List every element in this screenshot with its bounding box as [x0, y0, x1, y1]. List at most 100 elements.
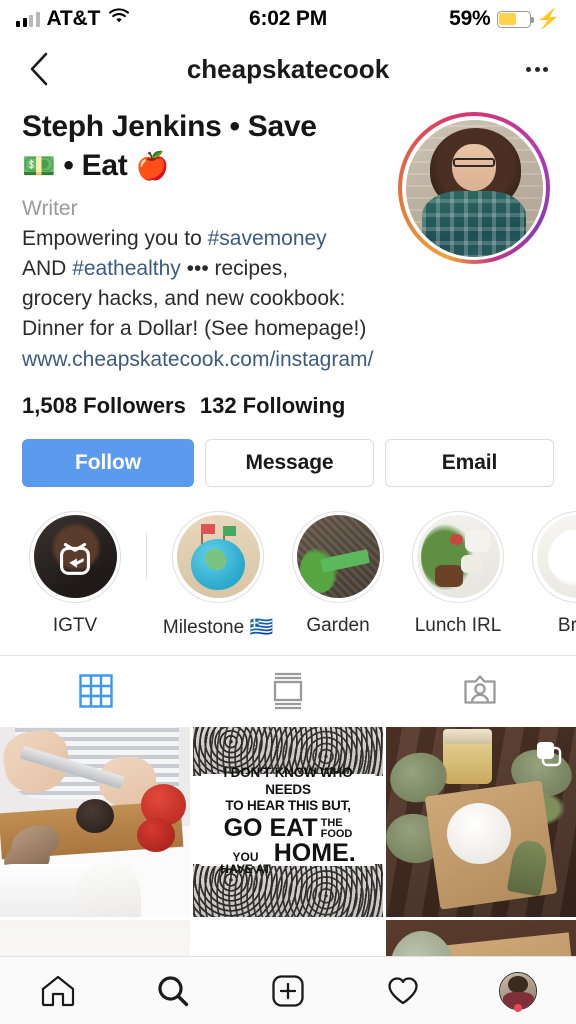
- message-button[interactable]: Message: [205, 438, 374, 487]
- highlight-label: IGTV: [52, 614, 98, 636]
- tab-grid-view[interactable]: [0, 656, 192, 727]
- nav-profile[interactable]: [461, 971, 576, 1012]
- highlight-cover: [176, 515, 260, 599]
- highlight-label: Lunch IRL: [414, 614, 502, 636]
- post-cell[interactable]: [193, 919, 383, 956]
- highlight-ring: [29, 510, 121, 603]
- profile-header: Steph Jenkins • Save 💵 • Eat 🍎 Writer Em…: [0, 100, 576, 375]
- nav-bar: cheapskatecook: [0, 38, 576, 100]
- status-bar-right: 59% ⚡: [327, 7, 560, 31]
- profile-category: Writer: [22, 197, 78, 221]
- more-options-icon[interactable]: [520, 52, 554, 86]
- highlight-ring: [292, 510, 384, 603]
- instagram-profile-screen: AT&T 6:02 PM 59% ⚡ cheapskatecook Steph …: [0, 0, 576, 1024]
- highlight-garden[interactable]: Garden: [289, 510, 387, 637]
- bottom-navigation: [0, 956, 576, 1024]
- battery-percent-label: 59%: [449, 7, 491, 30]
- nav-search[interactable]: [115, 973, 230, 1009]
- highlight-igtv[interactable]: IGTV: [26, 510, 124, 637]
- post-cell[interactable]: I DON'T KNOW WHO NEEDS TO HEAR THIS BUT,…: [193, 726, 383, 917]
- avatar-inner: [402, 116, 546, 260]
- story-ring[interactable]: [398, 112, 550, 264]
- page-title: cheapskatecook: [186, 53, 390, 84]
- display-name-line2: • Eat: [63, 148, 128, 182]
- bio-text-1: Empowering you to: [22, 226, 208, 250]
- quote-line-2: TO HEAR THIS BUT,: [225, 798, 351, 814]
- back-icon[interactable]: [22, 52, 56, 86]
- profile-actions: Follow Message Email: [0, 419, 576, 487]
- avatar-artwork: [405, 119, 543, 257]
- clock: 6:02 PM: [249, 7, 327, 30]
- money-emoji: 💵: [22, 150, 56, 181]
- highlight-cover: [536, 515, 576, 599]
- post-cell[interactable]: [386, 726, 576, 917]
- highlight-cover: [416, 515, 500, 599]
- display-name: Steph Jenkins • Save 💵 • Eat 🍎: [22, 108, 382, 185]
- highlight-ring: [412, 510, 504, 603]
- bio-text-3: ••• recipes,: [180, 256, 289, 280]
- quote-line-1: I DON'T KNOW WHO NEEDS: [223, 764, 353, 797]
- highlight-cover: [296, 515, 380, 599]
- quote-go-eat: GO EAT: [223, 814, 318, 843]
- email-button[interactable]: Email: [385, 438, 554, 487]
- highlight-label: Brea: [557, 614, 576, 636]
- highlight-lunch-irl[interactable]: Lunch IRL: [409, 510, 507, 637]
- post-grid: I DON'T KNOW WHO NEEDS TO HEAR THIS BUT,…: [0, 726, 576, 956]
- hashtag-savemoney[interactable]: #savemoney: [208, 227, 327, 250]
- quote-have-at: HAVE AT: [220, 862, 271, 877]
- igtv-icon: [60, 542, 90, 575]
- bio-text-4: grocery hacks, and new cookbook:: [22, 287, 346, 311]
- bio-text-2: AND: [22, 256, 73, 280]
- nav-activity[interactable]: [346, 973, 461, 1009]
- bio-text-5: Dinner for a Dollar! (See homepage!): [22, 317, 367, 341]
- highlight-label: Garden: [306, 614, 370, 636]
- home-icon: [41, 975, 74, 1006]
- status-bar: AT&T 6:02 PM 59% ⚡: [0, 0, 576, 38]
- carousel-indicator-icon: [537, 741, 562, 767]
- tab-list-view[interactable]: [192, 656, 384, 727]
- highlight-milestone[interactable]: Milestone 🇬🇷: [163, 510, 273, 639]
- highlight-label: Milestone 🇬🇷: [162, 616, 274, 638]
- heart-icon: [388, 976, 418, 1004]
- followers-count[interactable]: 1,508 Followers: [22, 393, 186, 419]
- apple-emoji: 🍎: [135, 150, 169, 181]
- highlight-ring: [532, 510, 576, 603]
- profile-stats: 1,508 Followers 132 Following: [0, 375, 576, 419]
- nav-new-post[interactable]: [230, 973, 345, 1009]
- grid-icon: [79, 674, 113, 709]
- search-icon: [158, 975, 188, 1006]
- carrier-label: AT&T: [46, 7, 101, 30]
- avatar[interactable]: [405, 119, 543, 257]
- cellular-signal-icon: [16, 11, 40, 27]
- status-bar-left: AT&T: [16, 7, 249, 31]
- notification-badge: [514, 1003, 523, 1012]
- quote-food: FOOD: [320, 827, 353, 840]
- avatar-container: [394, 108, 554, 375]
- following-count[interactable]: 132 Following: [200, 393, 345, 419]
- list-view-icon: [273, 673, 303, 710]
- nav-home[interactable]: [0, 973, 115, 1009]
- battery-icon: [496, 10, 534, 28]
- post-cell[interactable]: [0, 726, 190, 917]
- quote-line-3: GO EAT THE FOOD: [224, 816, 353, 841]
- tab-tagged-view[interactable]: [384, 656, 576, 727]
- charging-bolt-icon: ⚡: [536, 8, 561, 30]
- post-cell[interactable]: [386, 919, 576, 956]
- plus-square-icon: [272, 974, 304, 1007]
- tagged-person-icon: [464, 675, 496, 705]
- highlight-divider: [146, 532, 147, 579]
- display-name-line1: Steph Jenkins • Save: [22, 110, 317, 143]
- quote-home: HOME.: [273, 839, 356, 868]
- follow-button[interactable]: Follow: [22, 438, 194, 487]
- profile-website-link[interactable]: www.cheapskatecook.com/instagram/: [22, 345, 382, 375]
- profile-bio: Empowering you to #savemoney AND #eathea…: [22, 224, 382, 345]
- highlight-ring: [172, 510, 264, 603]
- story-highlights: IGTV Milestone 🇬🇷 Garden Lunch IRL Br: [0, 487, 576, 655]
- profile-tabs: [0, 654, 576, 727]
- wifi-icon: [107, 7, 131, 31]
- highlight-breakfast[interactable]: Brea: [529, 510, 576, 637]
- quote-line-4: YOU HAVE AT HOME.: [220, 839, 356, 877]
- post-cell[interactable]: DECIDE: [0, 919, 190, 956]
- hashtag-eathealthy[interactable]: #eathealthy: [72, 257, 181, 280]
- post-quote-text: I DON'T KNOW WHO NEEDS TO HEAR THIS BUT,…: [200, 765, 376, 875]
